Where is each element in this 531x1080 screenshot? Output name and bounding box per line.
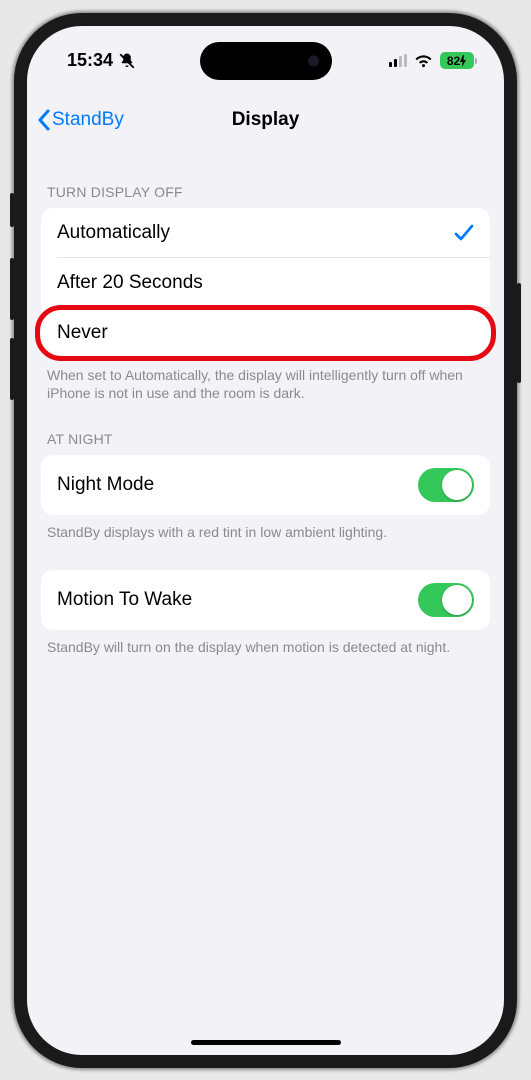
section-footer-turn-off: When set to Automatically, the display w… xyxy=(27,358,504,404)
silent-switch xyxy=(10,193,14,227)
battery-percent: 82 xyxy=(447,54,460,68)
charging-icon xyxy=(459,55,467,67)
screen: 15:34 82 xyxy=(27,26,504,1055)
night-mode-toggle[interactable] xyxy=(418,468,474,502)
home-indicator[interactable] xyxy=(191,1040,341,1045)
option-label: After 20 Seconds xyxy=(57,272,203,294)
motion-to-wake-row[interactable]: Motion To Wake xyxy=(41,570,490,630)
night-mode-label: Night Mode xyxy=(57,474,154,496)
wifi-icon xyxy=(414,54,433,68)
motion-label: Motion To Wake xyxy=(57,589,192,611)
option-label: Automatically xyxy=(57,222,170,244)
option-after-20-seconds[interactable]: After 20 Seconds xyxy=(41,258,490,308)
status-time: 15:34 xyxy=(67,50,113,71)
volume-up-button xyxy=(10,258,14,320)
checkmark-icon xyxy=(454,224,474,242)
phone-frame: 15:34 82 xyxy=(14,13,517,1068)
status-right: 82 xyxy=(389,52,475,69)
section-header-turn-off: Turn Display Off xyxy=(27,184,504,208)
night-mode-row[interactable]: Night Mode xyxy=(41,455,490,515)
section-footer-night: StandBy displays with a red tint in low … xyxy=(27,515,504,542)
at-night-section: At Night Night Mode StandBy displays wit… xyxy=(27,403,504,542)
back-label: StandBy xyxy=(52,109,124,131)
option-label: Never xyxy=(57,322,108,344)
silent-icon xyxy=(118,52,136,70)
cellular-icon xyxy=(389,54,408,67)
volume-down-button xyxy=(10,338,14,400)
nav-bar: StandBy Display xyxy=(27,96,504,144)
section-header-at-night: At Night xyxy=(27,431,504,455)
option-never[interactable]: Never xyxy=(41,308,490,358)
dynamic-island xyxy=(200,42,332,80)
battery-indicator: 82 xyxy=(440,52,474,69)
status-left: 15:34 xyxy=(67,50,136,71)
turn-off-list: Automatically After 20 Seconds Never xyxy=(41,208,490,358)
turn-display-off-section: Turn Display Off Automatically After 20 … xyxy=(27,144,504,404)
chevron-left-icon xyxy=(37,109,50,131)
content: StandBy Display Turn Display Off Automat… xyxy=(27,26,504,1055)
motion-toggle[interactable] xyxy=(418,583,474,617)
motion-list: Motion To Wake xyxy=(41,570,490,630)
back-button[interactable]: StandBy xyxy=(37,109,124,131)
option-automatically[interactable]: Automatically xyxy=(41,208,490,258)
power-button xyxy=(517,283,521,383)
motion-section: Motion To Wake StandBy will turn on the … xyxy=(27,542,504,657)
night-list: Night Mode xyxy=(41,455,490,515)
section-footer-motion: StandBy will turn on the display when mo… xyxy=(27,630,504,657)
